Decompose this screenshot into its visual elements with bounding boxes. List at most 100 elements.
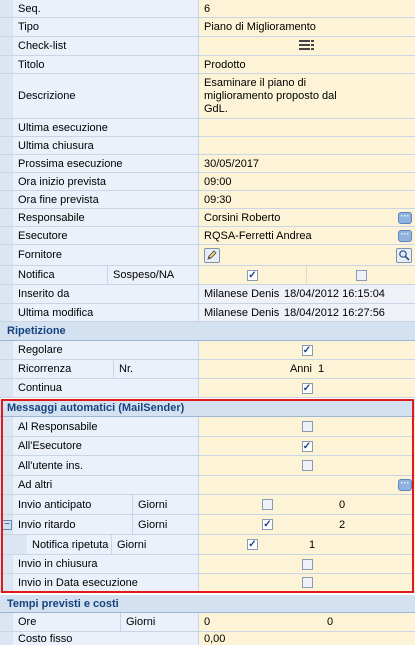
titolo-value[interactable]: Prodotto: [199, 56, 415, 73]
descrizione-label: Descrizione: [13, 74, 199, 118]
invio-ritardo-value[interactable]: 2: [336, 515, 415, 534]
section-tempi[interactable]: Tempi previsti e costi: [0, 595, 415, 613]
ultima-chiusura-value[interactable]: [199, 137, 415, 154]
giorni-value[interactable]: 0: [324, 613, 415, 631]
ad-altri-label: Ad altri: [13, 476, 199, 494]
seq-value[interactable]: 6: [199, 0, 415, 17]
notifica-checkbox-cell[interactable]: ✓: [199, 266, 307, 284]
invio-data-esecuzione-label: Invio in Data esecuzione: [13, 574, 199, 591]
al-responsabile-cell[interactable]: [199, 417, 415, 436]
invio-chiusura-label: Invio in chiusura: [13, 555, 199, 573]
esecutore-value[interactable]: RQSA-Ferretti Andrea ···: [199, 227, 415, 244]
sospeso-checkbox[interactable]: [355, 269, 367, 281]
responsabile-browse-icon[interactable]: ···: [398, 211, 412, 224]
notifica-ripetuta-cell[interactable]: ✓: [199, 535, 306, 554]
invio-anticipato-giorni-label: Giorni: [133, 495, 199, 514]
row-fornitore: Fornitore: [0, 245, 415, 266]
invio-ritardo-cell[interactable]: ✓: [199, 515, 336, 534]
row-ultima-esecuzione: Ultima esecuzione: [0, 119, 415, 137]
inserito-da-datetime: 18/04/2012 16:15:04: [279, 285, 415, 303]
prossima-esecuzione-value[interactable]: 30/05/2017: [199, 155, 415, 172]
regolare-checkbox[interactable]: ✓: [301, 344, 313, 356]
invio-ritardo-label: Invio ritardo: [13, 515, 133, 534]
row-tipo: Tipo Piano di Miglioramento: [0, 18, 415, 37]
all-esecutore-cell[interactable]: ✓: [199, 437, 415, 455]
invio-anticipato-cell[interactable]: [199, 495, 336, 514]
section-mailsender[interactable]: Messaggi automatici (MailSender): [0, 400, 415, 417]
row-ad-altri: Ad altri ···: [0, 476, 415, 495]
all-esecutore-checkbox[interactable]: ✓: [301, 440, 313, 452]
continua-label: Continua: [13, 379, 199, 397]
tipo-value[interactable]: Piano di Miglioramento: [199, 18, 415, 36]
row-ultima-chiusura: Ultima chiusura: [0, 137, 415, 155]
invio-data-esecuzione-checkbox[interactable]: [301, 577, 313, 588]
ora-fine-value[interactable]: 09:30: [199, 191, 415, 208]
descrizione-value[interactable]: Esaminare il piano di miglioramento prop…: [199, 74, 415, 118]
ultima-esecuzione-value[interactable]: [199, 119, 415, 136]
invio-chiusura-cell[interactable]: [199, 555, 415, 573]
row-invio-chiusura: Invio in chiusura: [0, 555, 415, 574]
row-ultima-modifica: Ultima modifica Milanese Denis 18/04/201…: [0, 304, 415, 322]
row-descrizione: Descrizione Esaminare il piano di miglio…: [0, 74, 415, 119]
notifica-checkbox[interactable]: ✓: [247, 269, 258, 281]
ricorrenza-label: Ricorrenza: [13, 360, 114, 378]
row-all-utente: All'utente ins.: [0, 456, 415, 476]
invio-chiusura-checkbox[interactable]: [301, 558, 313, 570]
all-utente-checkbox[interactable]: [301, 460, 313, 471]
costo-fisso-value[interactable]: 0,00: [199, 632, 415, 645]
notifica-ripetuta-checkbox[interactable]: ✓: [247, 539, 258, 550]
row-costo-fisso: Costo fisso 0,00: [0, 632, 415, 645]
invio-ritardo-checkbox[interactable]: ✓: [262, 519, 273, 530]
row-continua: Continua ✓: [0, 379, 415, 398]
fornitore-value[interactable]: [199, 245, 415, 265]
ora-inizio-value[interactable]: 09:00: [199, 173, 415, 190]
pencil-icon[interactable]: [204, 247, 220, 263]
responsabile-value[interactable]: Corsini Roberto ···: [199, 209, 415, 226]
row-invio-data-esecuzione: Invio in Data esecuzione: [0, 574, 415, 592]
ad-altri-value[interactable]: ···: [199, 476, 415, 494]
notifica-ripetuta-label: Notifica ripetuta: [27, 535, 112, 554]
ricorrenza-nr-label: Nr.: [114, 360, 199, 378]
continua-checkbox[interactable]: ✓: [301, 382, 313, 394]
ultima-chiusura-label: Ultima chiusura: [13, 137, 199, 154]
regolare-cell[interactable]: ✓: [199, 341, 415, 359]
notifica-label: Notifica: [13, 266, 108, 284]
checklist-value[interactable]: [199, 37, 415, 55]
continua-cell[interactable]: ✓: [199, 379, 415, 397]
esecutore-browse-icon[interactable]: ···: [398, 229, 412, 242]
notifica-ripetuta-value[interactable]: 1: [306, 535, 415, 554]
ultima-modifica-user: Milanese Denis: [199, 304, 279, 321]
row-al-responsabile: Al Responsabile: [0, 417, 415, 437]
all-utente-cell[interactable]: [199, 456, 415, 475]
mailsender-title: Messaggi automatici (MailSender): [7, 402, 185, 414]
row-invio-ritardo: − Invio ritardo Giorni ✓ 2: [0, 515, 415, 535]
row-ora-fine: Ora fine prevista 09:30: [0, 191, 415, 209]
ricorrenza-unit[interactable]: Anni: [199, 360, 316, 378]
ore-value[interactable]: 0: [199, 613, 324, 631]
ricorrenza-value[interactable]: 1: [316, 360, 415, 378]
ripetizione-title: Ripetizione: [7, 325, 66, 337]
ad-altri-browse-icon[interactable]: ···: [398, 479, 412, 491]
checklist-icon[interactable]: [299, 40, 315, 52]
ora-inizio-label: Ora inizio prevista: [13, 173, 199, 190]
search-icon[interactable]: [396, 247, 412, 263]
ultima-modifica-label: Ultima modifica: [13, 304, 199, 321]
tipo-label: Tipo: [13, 18, 199, 36]
invio-anticipato-checkbox[interactable]: [262, 499, 273, 510]
row-ore: Ore Giorni 0 0: [0, 613, 415, 632]
all-esecutore-label: All'Esecutore: [13, 437, 199, 455]
responsabile-label: Responsabile: [13, 209, 199, 226]
invio-data-esecuzione-cell[interactable]: [199, 574, 415, 591]
al-responsabile-checkbox[interactable]: [301, 421, 313, 432]
esecutore-name: RQSA-Ferretti Andrea: [204, 229, 312, 242]
invio-anticipato-value[interactable]: 0: [336, 495, 415, 514]
row-all-esecutore: All'Esecutore ✓: [0, 437, 415, 456]
collapse-icon[interactable]: −: [2, 519, 12, 530]
regolare-label: Regolare: [13, 341, 199, 359]
ore-label: Ore: [13, 613, 121, 631]
prossima-esecuzione-label: Prossima esecuzione: [13, 155, 199, 172]
responsabile-name: Corsini Roberto: [204, 211, 281, 224]
section-ripetizione[interactable]: Ripetizione: [0, 322, 415, 341]
sospeso-checkbox-cell[interactable]: [307, 266, 415, 284]
row-seq: Seq. 6: [0, 0, 415, 18]
